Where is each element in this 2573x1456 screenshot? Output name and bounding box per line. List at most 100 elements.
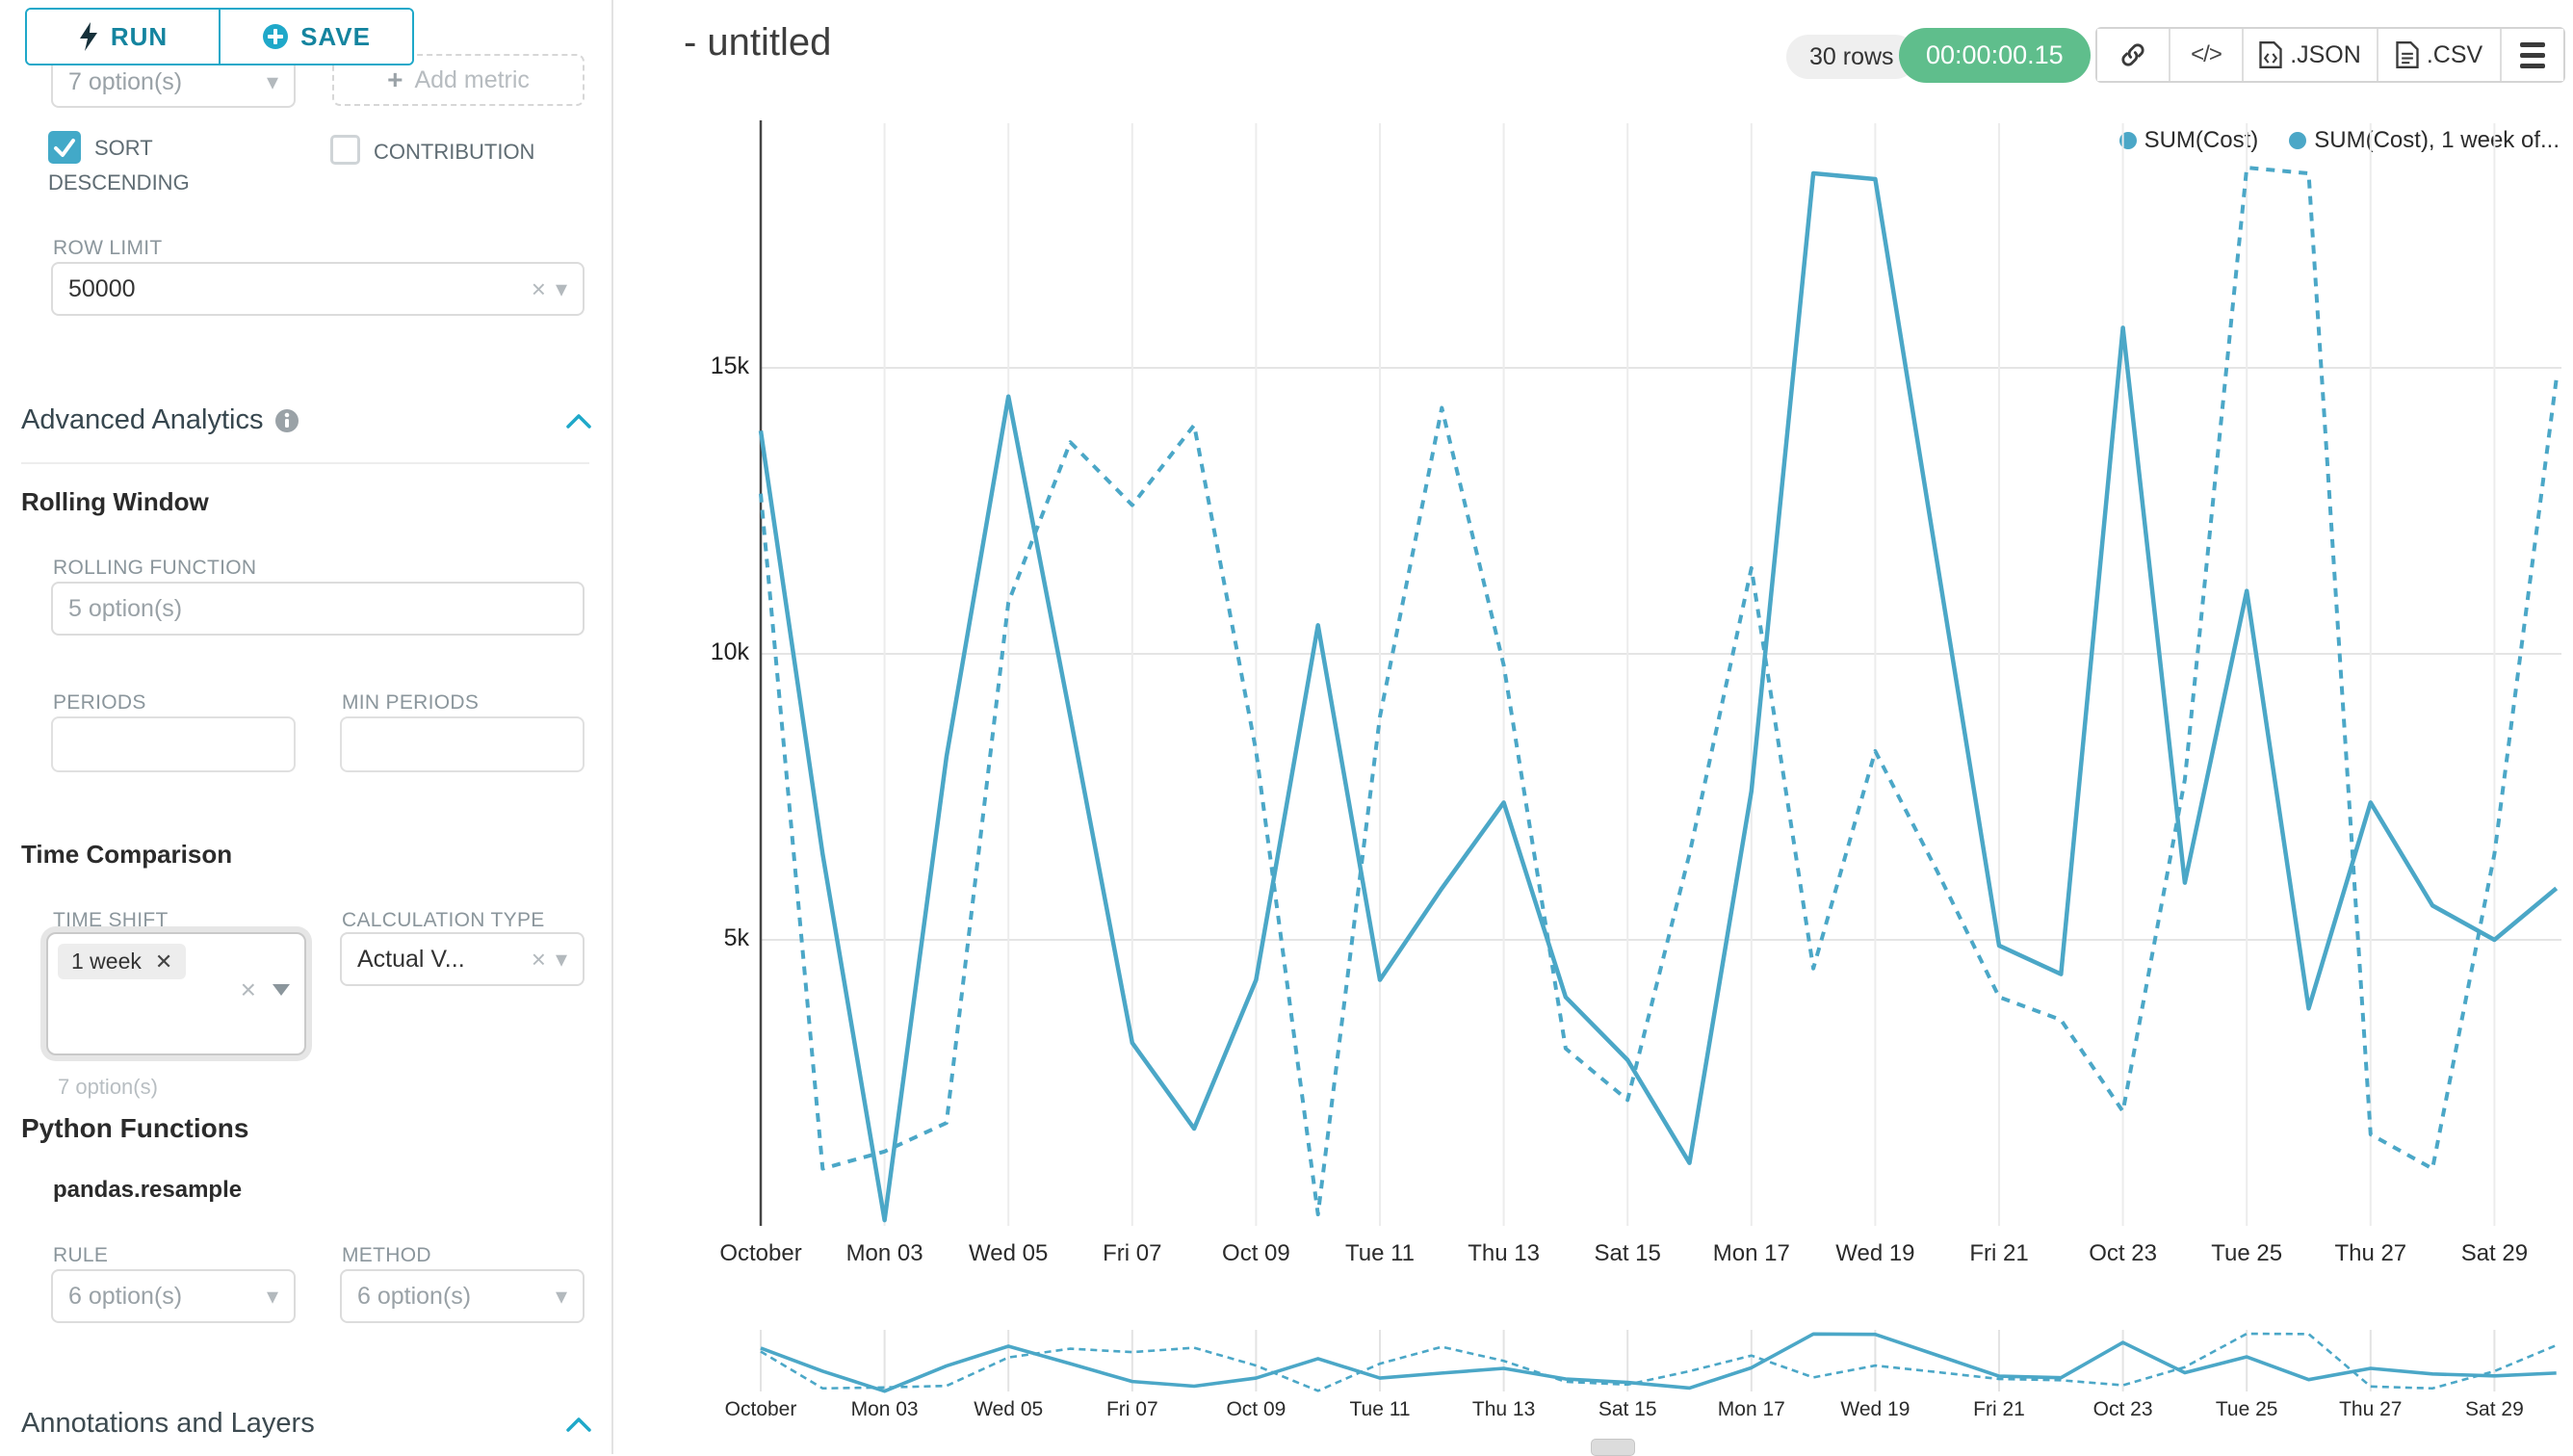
link-icon (2119, 41, 2146, 68)
x-tick-label: Mon 03 (846, 1240, 923, 1267)
copy-link-button[interactable] (2097, 29, 2170, 81)
chevron-up-icon[interactable] (566, 1417, 591, 1432)
export-json-label: .JSON (2290, 41, 2361, 69)
code-icon: </> (2191, 41, 2222, 68)
x-tick-label: Sat 29 (2461, 1240, 2528, 1267)
file-code-icon (2259, 41, 2282, 68)
periods-input[interactable] (51, 716, 296, 772)
mini-x-tick-label: Sat 15 (1598, 1398, 1657, 1421)
page-title: - untitled (684, 21, 831, 65)
caret-down-icon: ▾ (267, 1283, 278, 1311)
menu-icon (2520, 42, 2545, 68)
panel-divider (611, 0, 613, 1454)
time-shift-tag-label: 1 week (71, 949, 142, 975)
caret-down-icon: ▾ (556, 1283, 567, 1311)
x-tick-label: Wed 05 (969, 1240, 1048, 1267)
x-tick-label: Fri 07 (1103, 1240, 1161, 1267)
run-button[interactable]: RUN (27, 10, 221, 64)
metrics-select-value: 7 option(s) (68, 68, 257, 96)
chevron-down-icon: ▾ (267, 68, 278, 96)
clear-icon[interactable]: × (532, 947, 546, 972)
calculation-type-value: Actual V... (357, 946, 522, 974)
mini-series-line-2 (761, 1334, 2557, 1391)
export-csv-button[interactable]: .CSV (2378, 29, 2502, 81)
info-icon (274, 408, 299, 433)
x-tick-label: Tue 11 (1345, 1240, 1415, 1267)
min-periods-input[interactable] (340, 716, 585, 772)
x-tick-label: Tue 25 (2211, 1240, 2282, 1267)
annotations-layers-header[interactable]: Annotations and Layers (21, 1408, 591, 1440)
checkbox-checked-icon[interactable] (48, 131, 81, 164)
series-line-2[interactable] (761, 168, 2557, 1214)
rule-value: 6 option(s) (68, 1283, 257, 1311)
chart-toolbar: </> .JSON .CSV (2095, 27, 2565, 83)
time-shift-helper: 7 option(s) (58, 1075, 158, 1100)
contribution-checkbox-row[interactable]: CONTRIBUTION (330, 135, 600, 169)
x-tick-label: Fri 21 (1969, 1240, 2028, 1267)
x-tick-label: Thu 27 (2334, 1240, 2406, 1267)
y-tick-label: 10k (634, 638, 749, 666)
section-divider (21, 462, 589, 464)
x-tick-label: Mon 17 (1713, 1240, 1790, 1267)
clear-icon[interactable]: × (532, 276, 546, 301)
add-metric-label: Add metric (414, 66, 529, 94)
mini-x-tick-label: Oct 09 (1226, 1398, 1286, 1421)
mini-x-tick-label: Sat 29 (2465, 1398, 2524, 1421)
y-tick-label: 5k (634, 924, 749, 952)
method-value: 6 option(s) (357, 1283, 546, 1311)
mini-x-tick-label: Wed 19 (1840, 1398, 1910, 1421)
mini-x-tick-label: Fri 07 (1106, 1398, 1158, 1421)
mini-x-tick-label: Oct 23 (2093, 1398, 2153, 1421)
mini-x-tick-label: October (725, 1398, 797, 1421)
plus-icon: + (387, 65, 403, 95)
mini-x-tick-label: Tue 25 (2216, 1398, 2278, 1421)
y-tick-label: 15k (634, 352, 749, 380)
periods-label: PERIODS (53, 691, 146, 715)
lightning-bolt-icon (78, 22, 99, 51)
time-comparison-title: Time Comparison (21, 840, 232, 870)
method-label: METHOD (342, 1244, 431, 1267)
mini-x-tick-label: Thu 27 (2339, 1398, 2402, 1421)
mini-x-tick-label: Fri 21 (1973, 1398, 2025, 1421)
mini-series-line-1 (761, 1334, 2557, 1391)
min-periods-label: MIN PERIODS (342, 691, 479, 715)
advanced-analytics-title: Advanced Analytics (21, 404, 263, 436)
export-json-button[interactable]: .JSON (2244, 29, 2378, 81)
remove-tag-icon[interactable]: ✕ (155, 949, 172, 975)
mini-range-chart[interactable] (713, 1324, 2561, 1399)
main-line-chart[interactable] (713, 82, 2561, 1247)
contribution-label: CONTRIBUTION (374, 140, 534, 164)
calculation-type-select[interactable]: Actual V... × ▾ (340, 932, 585, 986)
mini-x-tick-label: Wed 05 (974, 1398, 1043, 1421)
row-limit-value: 50000 (68, 275, 522, 303)
chevron-down-icon: ▾ (556, 275, 567, 303)
query-duration-badge: 00:00:00.15 (1899, 28, 2091, 83)
more-options-button[interactable] (2502, 29, 2563, 81)
view-query-button[interactable]: </> (2170, 29, 2244, 81)
x-tick-label: Oct 09 (1222, 1240, 1290, 1267)
checkbox-unchecked-icon[interactable] (330, 135, 360, 165)
x-tick-label: Wed 19 (1835, 1240, 1914, 1267)
file-text-icon (2396, 41, 2419, 68)
rolling-function-value: 5 option(s) (68, 595, 567, 623)
save-button[interactable]: SAVE (221, 10, 412, 64)
clear-all-icon[interactable]: × (241, 976, 256, 1003)
row-limit-select[interactable]: 50000 × ▾ (51, 262, 585, 316)
control-panel: 7 option(s) ▾ RUN SAVE + Add metric SORT… (0, 0, 611, 1454)
export-csv-label: .CSV (2427, 41, 2482, 69)
rule-label: RULE (53, 1244, 108, 1267)
sort-descending-checkbox-row[interactable]: SORT DESCENDING (48, 131, 247, 200)
advanced-analytics-header[interactable]: Advanced Analytics (21, 404, 591, 436)
caret-down-icon[interactable] (272, 983, 291, 997)
chevron-up-icon[interactable] (566, 413, 591, 429)
calculation-type-label: CALCULATION TYPE (342, 909, 545, 932)
rule-select[interactable]: 6 option(s) ▾ (51, 1269, 296, 1323)
time-shift-multiselect[interactable]: 1 week ✕ × (46, 932, 306, 1055)
resize-handle[interactable] (1591, 1439, 1635, 1456)
series-line-1[interactable] (761, 173, 2557, 1220)
row-limit-label: ROW LIMIT (53, 237, 163, 260)
x-tick-label: Sat 15 (1594, 1240, 1660, 1267)
save-button-label: SAVE (300, 22, 371, 52)
rolling-function-select[interactable]: 5 option(s) (51, 582, 585, 636)
method-select[interactable]: 6 option(s) ▾ (340, 1269, 585, 1323)
